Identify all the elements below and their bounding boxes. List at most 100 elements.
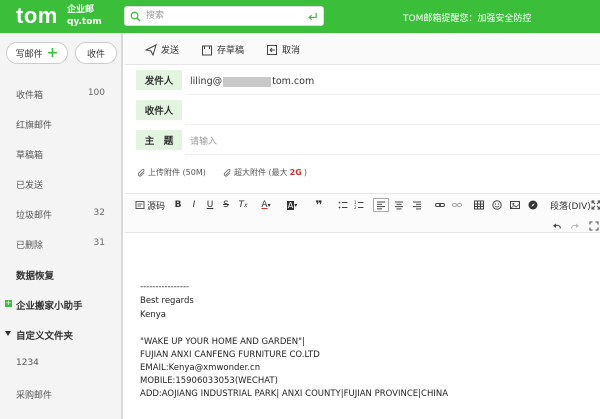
signature-email: EMAIL:Kenya@xmwonder.cn bbox=[140, 363, 261, 373]
paragraph-format-select[interactable]: 段落(DIV) bbox=[550, 198, 591, 212]
write-mail-label: 写邮件 bbox=[15, 49, 43, 60]
sidebar-item-data-recovery[interactable]: 数据恢复 bbox=[0, 264, 121, 284]
signature-line: Kenya bbox=[140, 310, 167, 320]
divider bbox=[185, 94, 600, 95]
subject-input[interactable] bbox=[190, 136, 490, 148]
sidebar: 写邮件 + 收件 收件箱 100 红旗邮件 草稿箱 已发送 垃圾邮件 32 已删… bbox=[0, 33, 123, 419]
logo-subtitle: 企业邮 qy.tom bbox=[67, 4, 102, 28]
source-code-label: 源码 bbox=[147, 201, 166, 212]
cancel-label: 取消 bbox=[282, 46, 301, 56]
align-center-icon[interactable] bbox=[393, 198, 405, 212]
sidebar-item-label: 已发送 bbox=[16, 181, 44, 191]
font-color-icon[interactable]: A ▾ bbox=[256, 198, 276, 212]
divider bbox=[185, 124, 600, 125]
paperclip-icon bbox=[223, 168, 231, 177]
unordered-list-icon[interactable] bbox=[337, 198, 349, 212]
send-icon bbox=[145, 43, 157, 56]
sidebar-item-label: 红旗邮件 bbox=[16, 121, 53, 131]
sidebar-item-label: 数据恢复 bbox=[16, 271, 55, 282]
subject-label: 主 题 bbox=[136, 130, 182, 150]
sidebar-item-label: 采购邮件 bbox=[16, 391, 53, 401]
from-value-prefix: liling@ bbox=[190, 76, 223, 87]
sidebar-item-custom-folders[interactable]: 自定义文件夹 bbox=[0, 324, 121, 344]
receive-mail-button[interactable]: 收件 bbox=[75, 42, 117, 64]
editor-toolbar: 源码 B I U S Tx A ▾ A ▾ ❞ 12 段落(DIV) bbox=[125, 193, 600, 233]
write-mail-button[interactable]: 写邮件 + bbox=[6, 42, 68, 64]
image-icon[interactable] bbox=[509, 198, 521, 212]
paperclip-icon bbox=[137, 168, 145, 177]
unread-count: 31 bbox=[93, 238, 105, 248]
compass-icon[interactable] bbox=[527, 198, 539, 212]
source-icon bbox=[135, 201, 145, 209]
search-icon[interactable] bbox=[130, 11, 141, 22]
sidebar-item-label: 1234 bbox=[16, 358, 39, 368]
sidebar-item-inbox[interactable]: 收件箱 100 bbox=[0, 84, 121, 104]
sidebar-item-custom-1234[interactable]: 1234 bbox=[0, 354, 121, 374]
upload-attachment-button[interactable]: 上传附件 (50M) bbox=[137, 167, 206, 178]
sidebar-item-drafts[interactable]: 草稿箱 bbox=[0, 144, 121, 164]
plus-square-icon: + bbox=[5, 299, 12, 307]
from-value[interactable]: liling@ tom.com bbox=[190, 76, 314, 87]
underline-icon[interactable]: U bbox=[205, 198, 215, 212]
divider bbox=[185, 154, 600, 155]
svg-text:2: 2 bbox=[354, 205, 357, 210]
unlink-icon[interactable] bbox=[451, 198, 463, 212]
security-notice[interactable]: TOM邮箱提醒您：加强安全防控 bbox=[403, 11, 531, 24]
highlight-color-icon[interactable]: A ▾ bbox=[281, 198, 303, 212]
send-button[interactable]: 发送 bbox=[145, 43, 179, 56]
enter-icon[interactable] bbox=[307, 11, 318, 22]
compose-toolbar: 发送 存草稿 取消 bbox=[125, 33, 600, 65]
caret-down-icon[interactable] bbox=[5, 331, 11, 336]
search-input[interactable] bbox=[146, 8, 306, 24]
link-icon[interactable] bbox=[434, 198, 446, 212]
sidebar-item-label: 自定义文件夹 bbox=[16, 331, 74, 342]
signature-slogan: "WAKE UP YOUR HOME AND GARDEN"| bbox=[140, 337, 305, 347]
signature-line: Best regards bbox=[140, 296, 194, 306]
signature-separator: ---------------- bbox=[140, 282, 190, 292]
quote-icon[interactable]: ❞ bbox=[313, 198, 325, 212]
save-draft-button[interactable]: 存草稿 bbox=[201, 43, 244, 56]
sidebar-item-label: 企业搬家小助手 bbox=[16, 301, 83, 312]
table-icon[interactable] bbox=[473, 198, 485, 212]
sidebar-item-deleted[interactable]: 已删除 31 bbox=[0, 234, 121, 254]
align-left-icon[interactable] bbox=[373, 198, 389, 212]
clear-format-icon[interactable]: Tx bbox=[237, 198, 249, 212]
unread-count: 100 bbox=[87, 88, 105, 98]
cancel-button[interactable]: 取消 bbox=[266, 43, 300, 56]
sidebar-item-label: 收件箱 bbox=[16, 91, 44, 101]
sidebar-item-spam[interactable]: 垃圾邮件 32 bbox=[0, 204, 121, 224]
sidebar-item-label: 垃圾邮件 bbox=[16, 211, 53, 221]
logo-sub-domain: qy.tom bbox=[67, 17, 102, 27]
expand-icon[interactable] bbox=[589, 219, 599, 233]
undo-icon[interactable] bbox=[551, 219, 563, 233]
search-box[interactable] bbox=[124, 6, 324, 26]
align-right-icon[interactable] bbox=[411, 198, 423, 212]
upload-attachment-label: 上传附件 (50M) bbox=[148, 168, 206, 177]
large-attachment-prefix: 超大附件 (最大 bbox=[234, 168, 288, 177]
from-label: 发件人 bbox=[136, 70, 182, 90]
receive-mail-label: 收件 bbox=[86, 49, 105, 60]
signature-mobile: MOBILE:15906033053(WECHAT) bbox=[140, 376, 278, 386]
sidebar-item-mail-helper[interactable]: + 企业搬家小助手 bbox=[0, 294, 121, 314]
signature-address: ADD:AOJIANG INDUSTRIAL PARK| ANXI COUNTY… bbox=[140, 389, 449, 399]
signature-company: FUJIAN ANXI CANFENG FURNITURE CO.LTD bbox=[140, 350, 320, 360]
redo-icon[interactable] bbox=[569, 219, 581, 233]
emoji-icon[interactable] bbox=[491, 198, 503, 212]
large-attachment-button[interactable]: 超大附件 (最大 2G) bbox=[223, 167, 307, 178]
source-code-button[interactable]: 源码 bbox=[135, 198, 165, 212]
strikethrough-icon[interactable]: S bbox=[221, 198, 231, 212]
italic-icon[interactable]: I bbox=[189, 198, 199, 212]
sidebar-item-sent[interactable]: 已发送 bbox=[0, 174, 121, 194]
bold-icon[interactable]: B bbox=[173, 198, 183, 212]
sidebar-item-flagged[interactable]: 红旗邮件 bbox=[0, 114, 121, 134]
recipient-label[interactable]: 收件人 bbox=[136, 100, 182, 120]
ordered-list-icon[interactable]: 12 bbox=[353, 198, 365, 212]
top-bar: tom 企业邮 qy.tom TOM邮箱提醒您：加强安全防控 bbox=[0, 0, 600, 33]
fullscreen-icon[interactable] bbox=[591, 198, 600, 212]
sidebar-item-custom-purchase[interactable]: 采购邮件 bbox=[0, 384, 121, 404]
tom-logo[interactable]: tom bbox=[16, 3, 58, 29]
large-attachment-size: 2G bbox=[289, 168, 302, 177]
sidebar-item-label: 草稿箱 bbox=[16, 151, 44, 161]
unread-count: 32 bbox=[93, 208, 105, 218]
large-attachment-suffix: ) bbox=[303, 168, 307, 177]
